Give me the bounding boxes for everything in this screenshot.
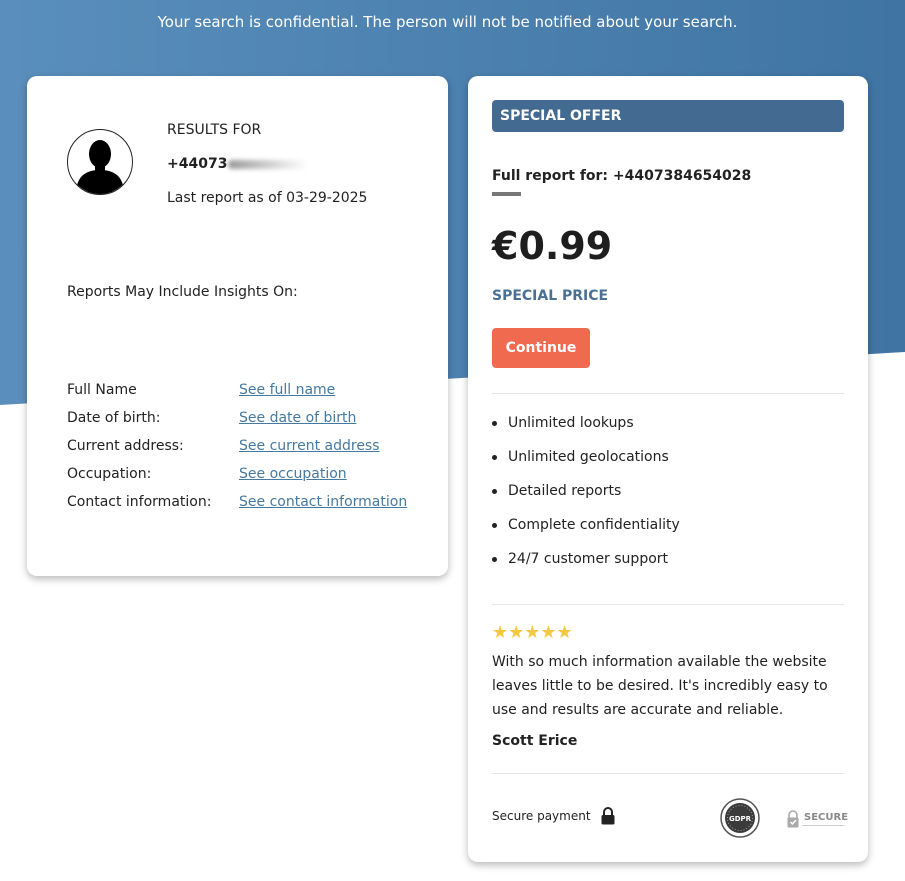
insights-title: Reports May Include Insights On: bbox=[67, 284, 298, 300]
phone-number-text: +44073 bbox=[167, 156, 228, 172]
insight-label: Current address: bbox=[67, 438, 184, 454]
insight-label: Date of birth: bbox=[67, 410, 161, 426]
insight-row-date-of-birth: Date of birth: See date of birth bbox=[67, 404, 437, 432]
results-for-label: RESULTS FOR bbox=[167, 122, 262, 138]
searched-phone-number: +44073 bbox=[167, 156, 309, 172]
gdpr-badge-text: GDPR bbox=[729, 815, 752, 823]
redacted-blur bbox=[228, 159, 309, 169]
insight-label: Full Name bbox=[67, 382, 137, 398]
see-contact-information-link[interactable]: See contact information bbox=[239, 494, 407, 510]
feature-item: Unlimited lookups bbox=[492, 414, 680, 448]
person-avatar-icon bbox=[67, 129, 133, 195]
insight-row-full-name: Full Name See full name bbox=[67, 376, 437, 404]
divider bbox=[492, 604, 844, 605]
secure-payment-label: Secure payment bbox=[492, 809, 591, 823]
feature-item: Detailed reports bbox=[492, 482, 680, 516]
testimonial-text: With so much information available the w… bbox=[492, 654, 828, 718]
gdpr-ready-badge-icon: GDPR bbox=[720, 798, 760, 838]
insight-row-contact-information: Contact information: See contact informa… bbox=[67, 488, 437, 516]
special-price-label: SPECIAL PRICE bbox=[492, 288, 609, 304]
insight-label: Contact information: bbox=[67, 494, 212, 510]
see-date-of-birth-link[interactable]: See date of birth bbox=[239, 410, 356, 426]
feature-item: Unlimited geolocations bbox=[492, 448, 680, 482]
secure-badge-text: SECURE bbox=[804, 812, 849, 823]
feature-item: 24/7 customer support bbox=[492, 550, 680, 584]
see-full-name-link[interactable]: See full name bbox=[239, 382, 335, 398]
divider bbox=[492, 393, 844, 394]
insights-list: Full Name See full name Date of birth: S… bbox=[67, 376, 437, 516]
last-report-date: Last report as of 03-29-2025 bbox=[167, 190, 368, 206]
continue-button[interactable]: Continue bbox=[492, 328, 590, 368]
insight-row-occupation: Occupation: See occupation bbox=[67, 460, 437, 488]
offer-card: SPECIAL OFFER Full report for: +44073846… bbox=[468, 76, 868, 862]
divider bbox=[492, 773, 844, 774]
insight-row-current-address: Current address: See current address bbox=[67, 432, 437, 460]
lock-icon bbox=[601, 807, 615, 825]
full-report-label: Full report for: +4407384654028 bbox=[492, 168, 752, 184]
testimonial-author: Scott Erice bbox=[492, 733, 578, 749]
price: €0.99 bbox=[492, 224, 613, 268]
features-list: Unlimited lookups Unlimited geolocations… bbox=[492, 414, 680, 584]
insight-label: Occupation: bbox=[67, 466, 152, 482]
see-current-address-link[interactable]: See current address bbox=[239, 438, 380, 454]
special-offer-banner: SPECIAL OFFER bbox=[492, 100, 844, 132]
results-card: RESULTS FOR +44073 Last report as of 03-… bbox=[27, 76, 448, 576]
see-occupation-link[interactable]: See occupation bbox=[239, 466, 347, 482]
feature-item: Complete confidentiality bbox=[492, 516, 680, 550]
title-underline bbox=[492, 192, 521, 196]
confidentiality-notice: Your search is confidential. The person … bbox=[157, 13, 738, 31]
five-star-rating: ★★★★★ bbox=[492, 622, 573, 643]
